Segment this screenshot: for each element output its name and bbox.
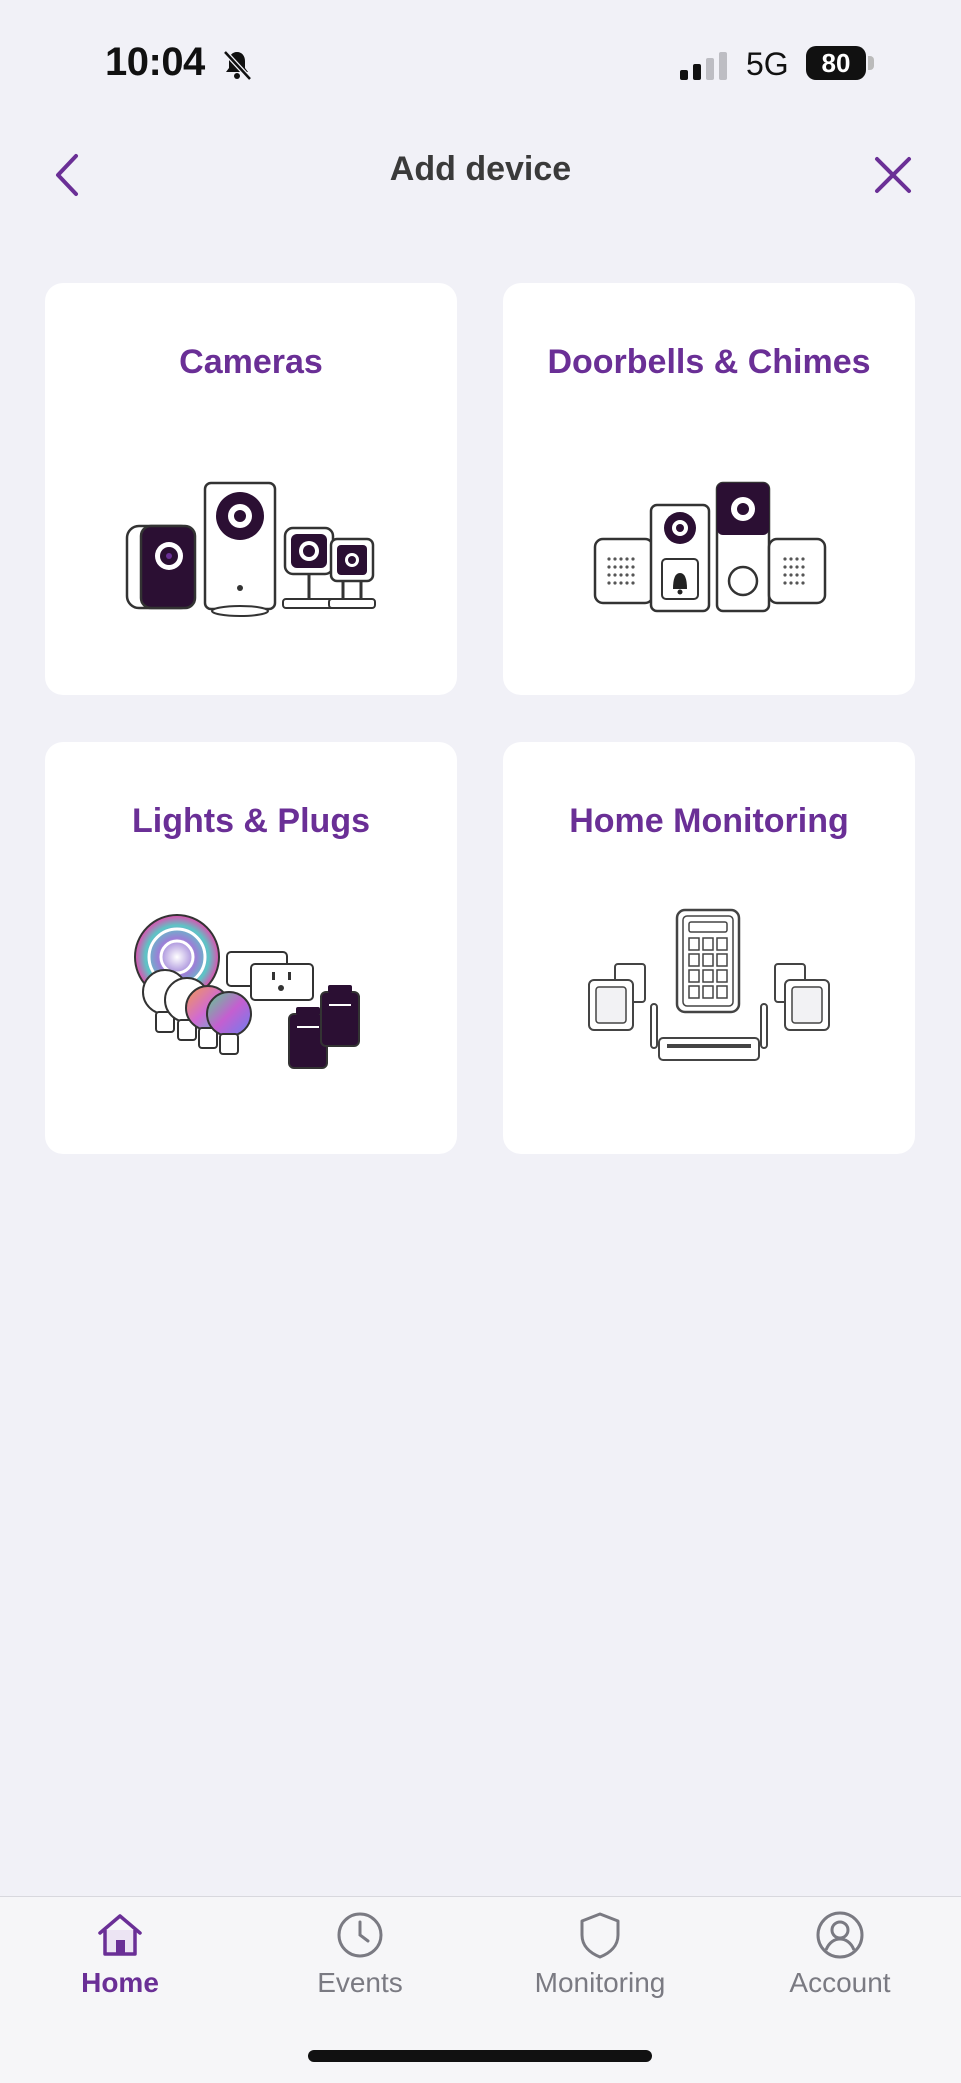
battery-indicator: 80	[806, 46, 866, 80]
network-type: 5G	[746, 46, 789, 82]
doorbells-chimes-illustration	[593, 481, 827, 613]
battery-cap	[868, 56, 874, 70]
tab-events[interactable]: Events	[260, 1909, 460, 2029]
category-card-home-monitoring[interactable]: Home Monitoring	[503, 742, 915, 1154]
lights-plugs-illustration	[134, 914, 360, 1069]
close-icon	[875, 157, 911, 193]
tab-label: Home	[81, 1967, 159, 1998]
header: Add device	[0, 130, 961, 220]
home-indicator[interactable]	[308, 2050, 652, 2062]
tab-home[interactable]: Home	[20, 1909, 220, 2029]
tab-account[interactable]: Account	[740, 1909, 940, 2029]
category-card-lights-plugs[interactable]: Lights & Plugs	[45, 742, 457, 1154]
home-icon	[98, 1914, 142, 1956]
home-monitoring-illustration	[588, 908, 830, 1061]
bell-muted-icon	[220, 48, 254, 87]
category-card-doorbells-chimes[interactable]: Doorbells & Chimes	[503, 283, 915, 695]
category-card-cameras[interactable]: Cameras	[45, 283, 457, 695]
cellular-signal-icon	[680, 50, 732, 85]
shield-icon	[580, 1912, 620, 1959]
tab-label: Events	[317, 1967, 403, 1998]
cameras-illustration	[125, 481, 376, 617]
user-icon	[816, 1911, 864, 1959]
status-time: 10:04	[105, 40, 205, 84]
page-title: Add device	[389, 150, 572, 188]
clock-icon	[337, 1912, 383, 1958]
status-bar: 10:04 5G 80	[0, 0, 961, 130]
tab-label: Account	[789, 1967, 891, 1998]
tab-label: Monitoring	[534, 1967, 666, 1998]
tab-monitoring[interactable]: Monitoring	[500, 1909, 700, 2029]
close-button[interactable]	[872, 154, 914, 196]
